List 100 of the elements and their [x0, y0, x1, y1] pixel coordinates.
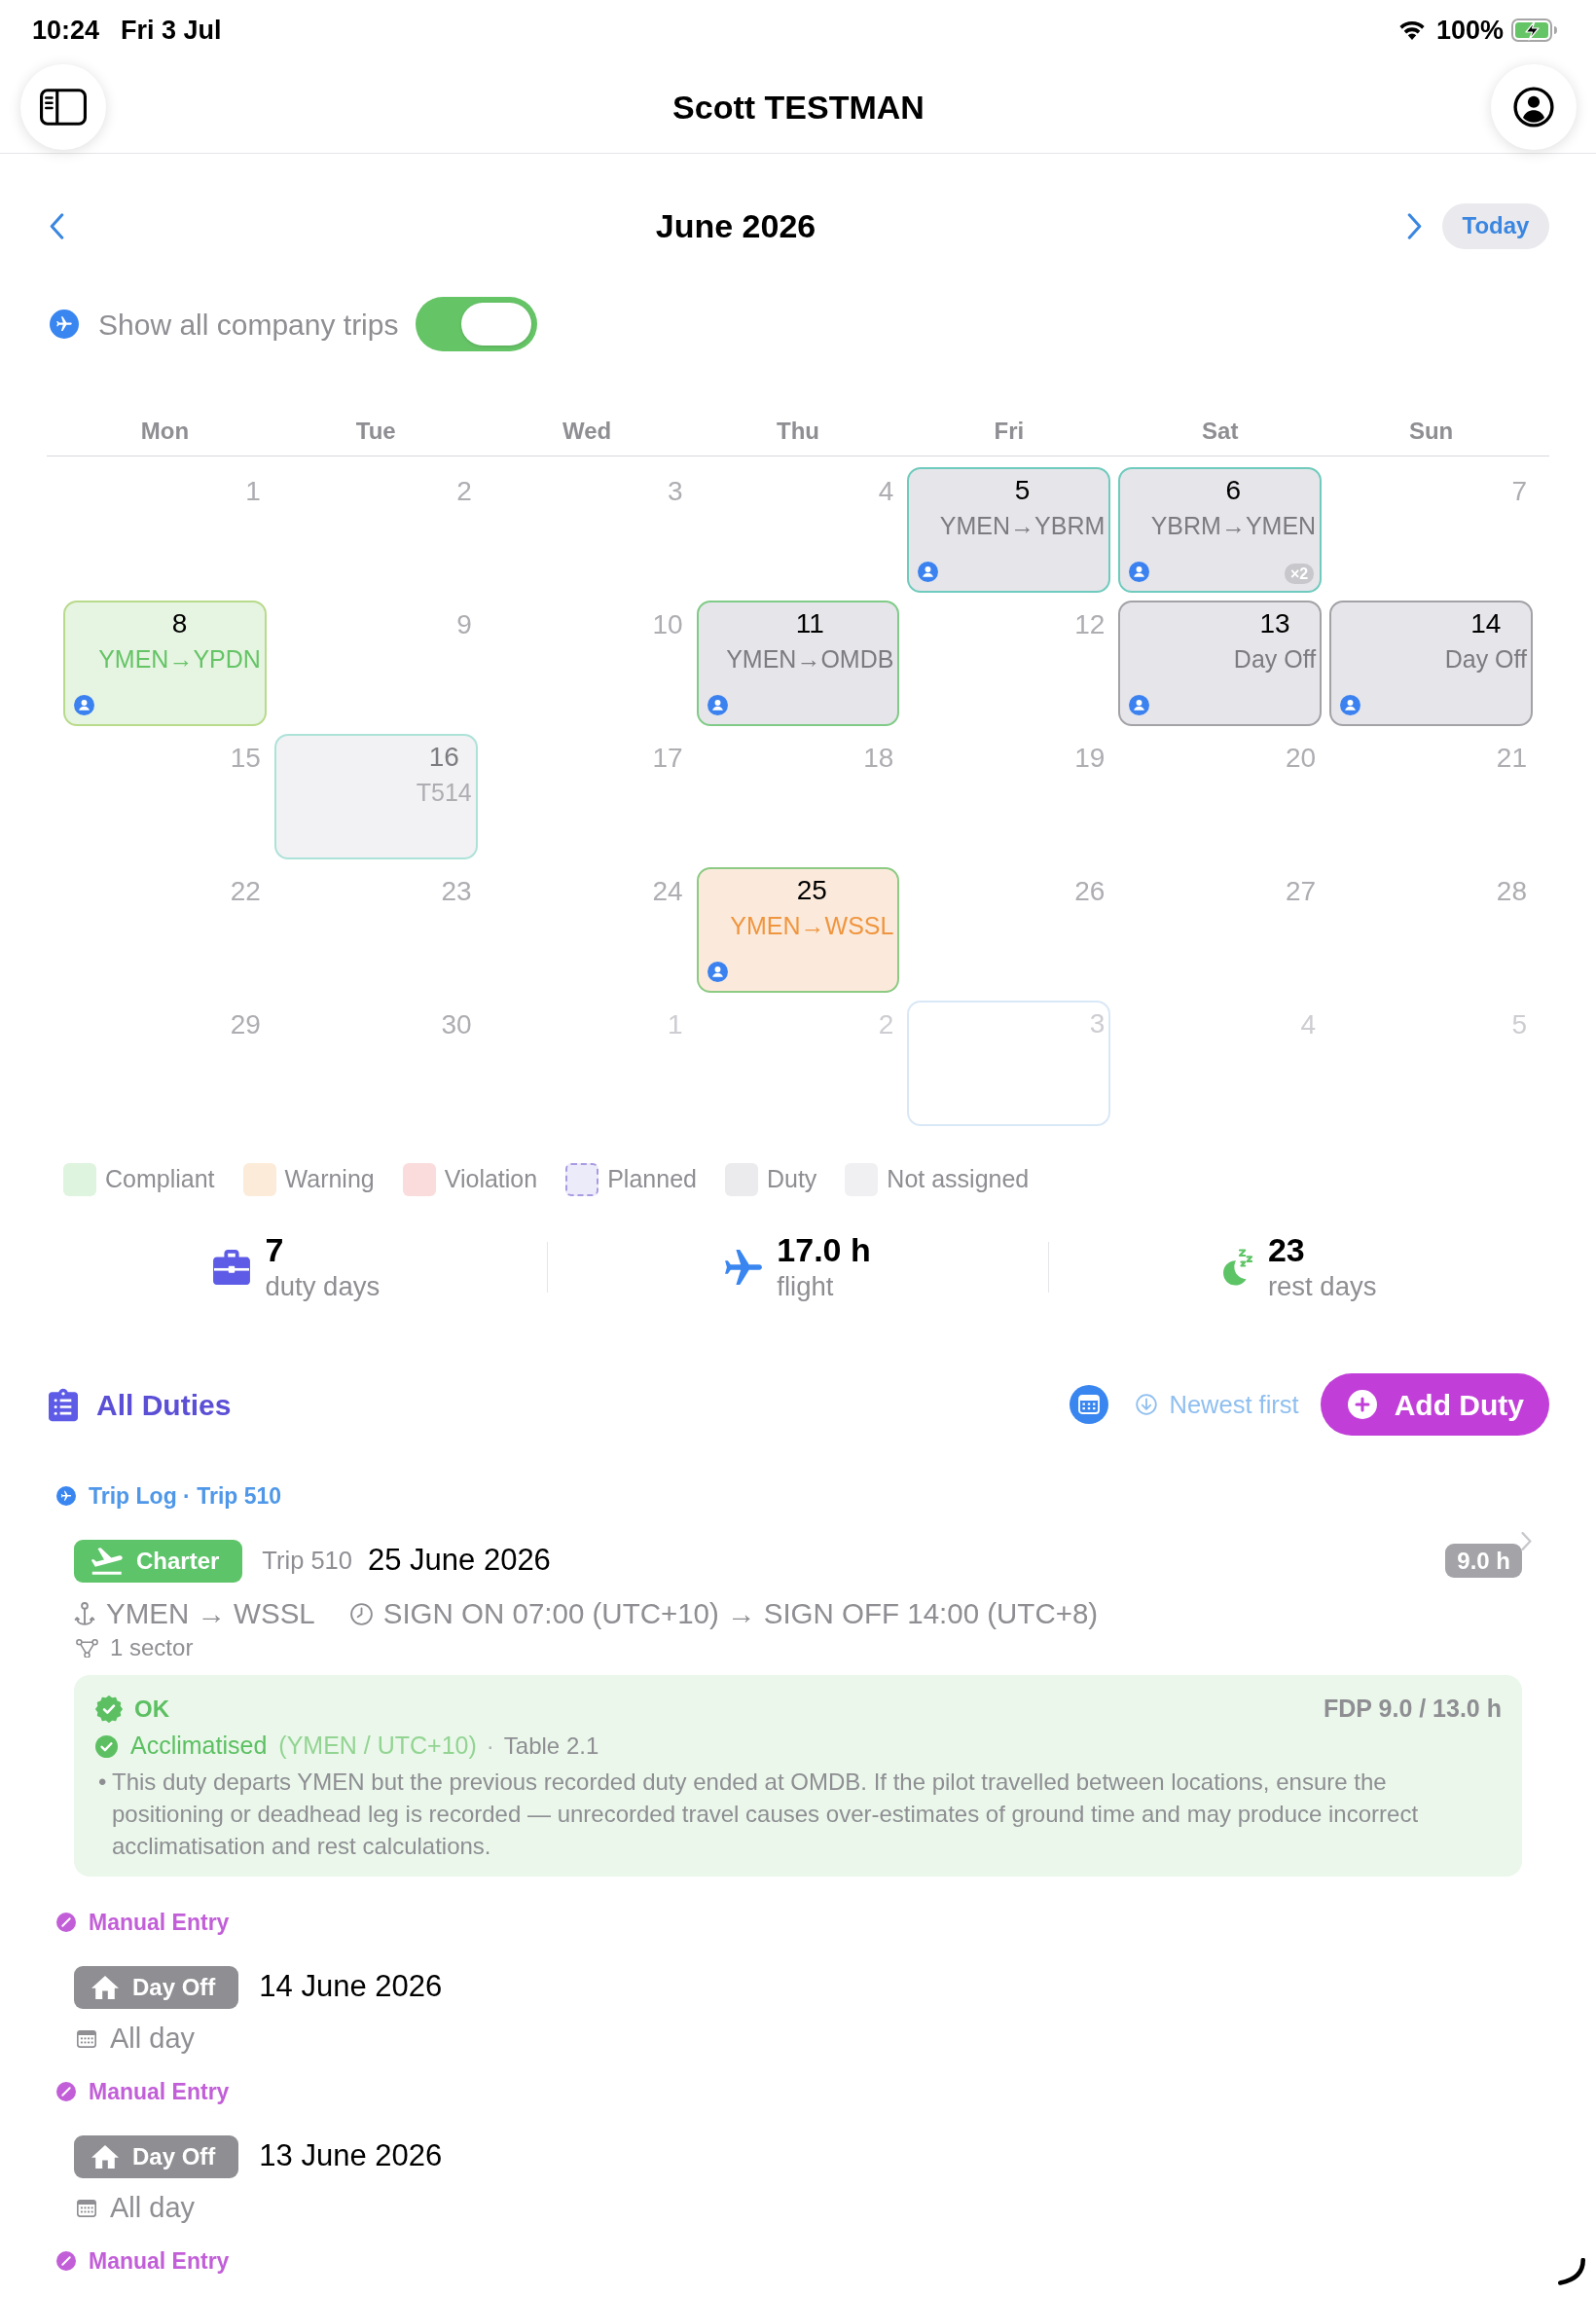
day-tile[interactable]: 25 YMEN→WSSL: [696, 867, 900, 993]
anchor-icon: [74, 1602, 95, 1625]
day-number[interactable]: 18: [863, 741, 894, 776]
day-number[interactable]: 26: [1074, 874, 1106, 909]
airplane-icon: [50, 310, 79, 339]
chevron-right-icon: [1407, 212, 1422, 239]
day-number[interactable]: 27: [1286, 874, 1317, 909]
stat-value: 7: [265, 1230, 285, 1269]
chevron-left-icon: [50, 212, 64, 239]
day-number[interactable]: 3: [668, 474, 683, 509]
clipboard-list-icon: [49, 1386, 78, 1423]
today-button[interactable]: Today: [1442, 202, 1549, 249]
acclimatisation-status: Acclimatised: [130, 1731, 268, 1762]
day-tile[interactable]: 13 Day Off: [1118, 601, 1323, 726]
legend-label: Duty: [766, 1163, 817, 1194]
status-date: Fri 3 Jul: [121, 14, 222, 47]
day-number: 5: [1014, 474, 1031, 507]
day-number[interactable]: 12: [1074, 607, 1106, 642]
stat-value: 23: [1267, 1230, 1306, 1269]
day-number[interactable]: 1: [245, 474, 261, 509]
clock-icon: [349, 1602, 373, 1625]
weekday-label: Sat: [1201, 417, 1240, 446]
weekday-label: Thu: [776, 417, 820, 446]
house-icon: [91, 1975, 119, 1999]
briefcase-icon: [213, 1250, 251, 1285]
day-number: 11: [795, 607, 824, 640]
day-number[interactable]: 28: [1496, 874, 1527, 909]
legend-label: Violation: [444, 1163, 538, 1194]
day-number[interactable]: 30: [441, 1007, 472, 1042]
entry-source-label: Trip Log · Trip 510: [89, 1481, 282, 1511]
duration-badge: 9.0 h: [1445, 1544, 1522, 1578]
day-number[interactable]: 4: [878, 474, 894, 509]
legend-label: Warning: [284, 1163, 375, 1194]
day-number[interactable]: 19: [1074, 741, 1106, 776]
day-number[interactable]: 10: [652, 607, 683, 642]
duty-label: T514: [416, 778, 472, 808]
sector-count: 1 sector: [110, 1633, 194, 1662]
check-seal-icon: [95, 1695, 123, 1723]
pencil-icon: [56, 2082, 76, 2101]
calendar-icon: [1078, 1395, 1101, 1414]
route-text: YMEN → WSSL: [106, 1595, 315, 1631]
table-reference: Table 2.1: [503, 1732, 599, 1761]
next-month-button[interactable]: [1407, 212, 1422, 239]
legend-label: Not assigned: [887, 1163, 1030, 1194]
page-title: Scott TESTMAN: [672, 87, 925, 128]
check-circle-icon: [95, 1734, 118, 1758]
legend-label: Compliant: [105, 1163, 215, 1194]
day-tile[interactable]: 5 YMEN→YBRM: [907, 467, 1111, 593]
duty-label: YBRM→YMEN: [1150, 511, 1317, 541]
nodes-icon: [76, 1638, 98, 1658]
day-tile[interactable]: 14 Day Off: [1329, 601, 1533, 726]
acclimatisation-detail: (YMEN / UTC+10): [278, 1731, 477, 1762]
calendar-icon: [77, 2200, 96, 2217]
day-number: 13: [1259, 607, 1290, 640]
sidebar-icon: [40, 89, 87, 126]
add-duty-button[interactable]: Add Duty: [1320, 1373, 1549, 1436]
day-number: 8: [171, 607, 188, 640]
day-number[interactable]: 23: [441, 874, 472, 909]
day-number[interactable]: 9: [456, 607, 472, 642]
duty-label: YMEN→YPDN: [98, 644, 261, 675]
toggle-switch[interactable]: [416, 297, 538, 351]
day-tile[interactable]: 6 YBRM→YMEN ×2: [1118, 467, 1323, 593]
pencil-icon: [56, 2251, 76, 2271]
day-number[interactable]: 20: [1286, 741, 1317, 776]
month-title: June 2026: [655, 206, 816, 244]
day-number[interactable]: 2: [456, 474, 472, 509]
day-number[interactable]: 7: [1511, 474, 1527, 509]
day-number: 6: [1225, 474, 1242, 507]
day-number[interactable]: 22: [230, 874, 261, 909]
profile-icon: [1513, 87, 1554, 128]
all-day-text: All day: [110, 2191, 196, 2226]
plus-circle-icon: [1347, 1390, 1377, 1419]
stat-value: 17.0 h: [777, 1230, 871, 1269]
company-trips-label: Show all company trips: [98, 307, 399, 343]
weekday-label: Wed: [562, 417, 613, 446]
entry-source-label: Manual Entry: [89, 2077, 230, 2106]
dot-separator: ·: [486, 1732, 494, 1761]
battery-percent: 100%: [1435, 14, 1504, 47]
day-tile[interactable]: 16 T514: [273, 734, 478, 859]
weekday-label: Tue: [354, 417, 397, 446]
day-tile[interactable]: 8 YMEN→YPDN: [63, 601, 267, 726]
resize-handle-icon[interactable]: [1557, 2258, 1586, 2285]
day-number[interactable]: 15: [230, 741, 261, 776]
day-number: 16: [428, 741, 459, 774]
day-number: 25: [796, 874, 827, 907]
entry-source-label: Manual Entry: [89, 1908, 230, 1937]
calendar-button[interactable]: [1070, 1385, 1109, 1424]
day-number[interactable]: 17: [652, 741, 683, 776]
day-number[interactable]: 24: [652, 874, 683, 909]
duty-label: YMEN→WSSL: [730, 911, 894, 941]
duty-type-label: Charter: [136, 1546, 220, 1576]
sort-button[interactable]: Newest first: [1136, 1385, 1299, 1424]
entry-source-label: Manual Entry: [89, 2246, 230, 2276]
day-number[interactable]: 21: [1496, 741, 1527, 776]
fdp-value: FDP 9.0 / 13.0 h: [1324, 1694, 1502, 1725]
weekday-label: Sun: [1407, 417, 1455, 446]
legend-label: Planned: [607, 1163, 697, 1194]
duty-date: 14 June 2026: [259, 1968, 443, 2006]
day-tile[interactable]: 11 YMEN→OMDB: [696, 601, 900, 726]
day-number[interactable]: 29: [230, 1007, 261, 1042]
